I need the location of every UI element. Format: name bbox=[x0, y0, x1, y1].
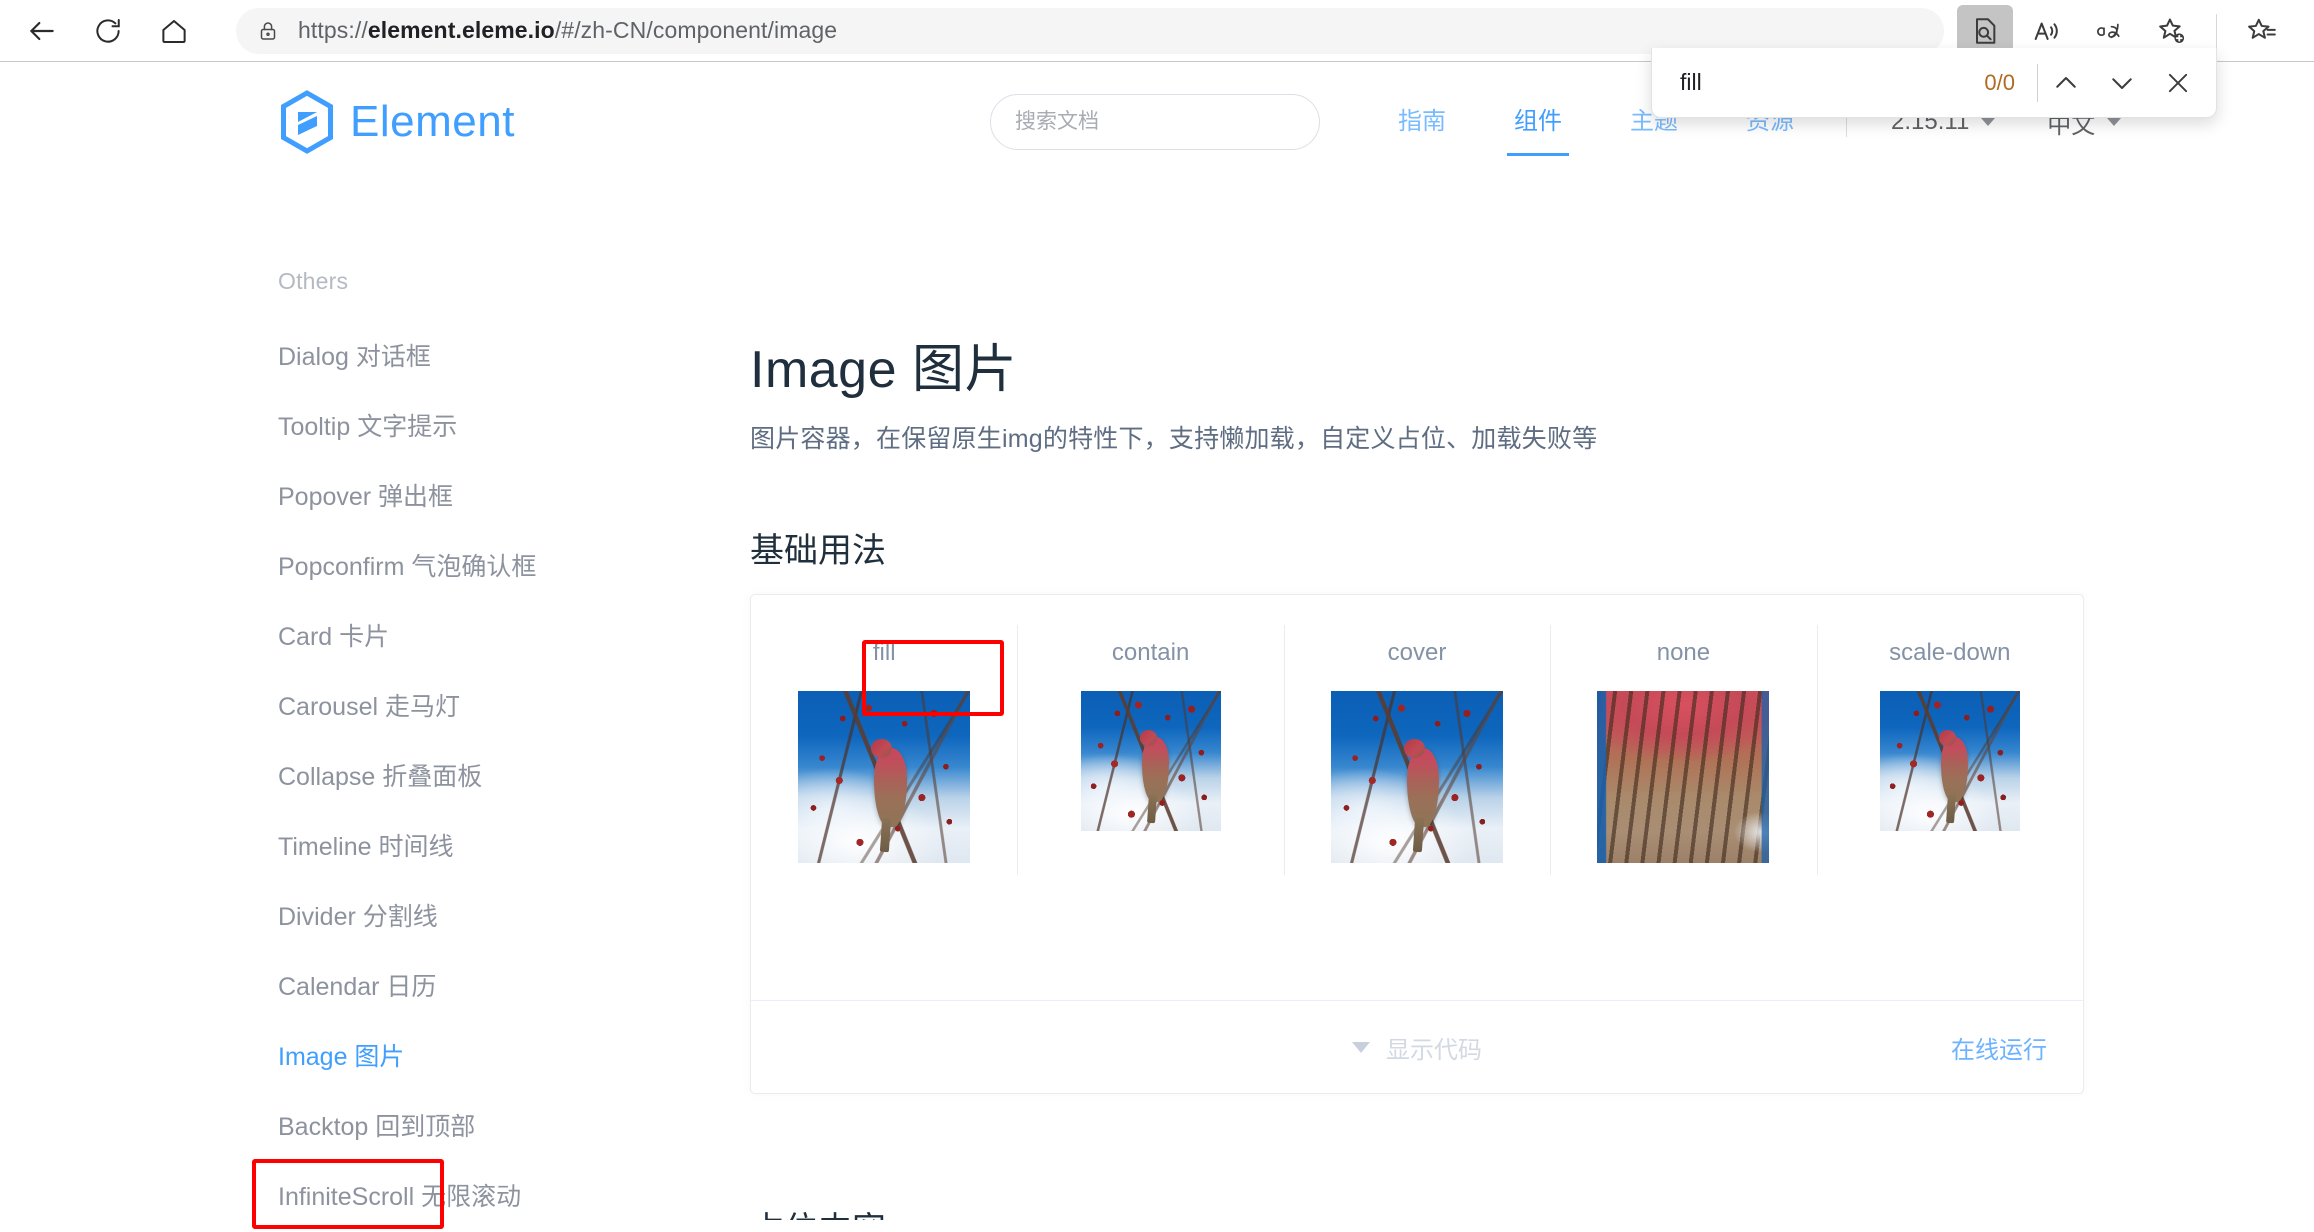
section-title-basic-usage: 基础用法 bbox=[750, 532, 886, 571]
demo-image-scale-down[interactable] bbox=[1879, 691, 2020, 831]
demo-card: fill contain cover none scale-down 显示代码 … bbox=[750, 594, 2084, 1094]
chevron-down-icon bbox=[2112, 77, 2132, 89]
back-button[interactable] bbox=[16, 5, 68, 57]
show-code-button[interactable]: 显示代码 bbox=[1352, 1030, 1482, 1065]
main-content: Image 图片 图片容器，在保留原生img的特性下，支持懒加载，自定义占位、加… bbox=[560, 182, 2314, 1220]
element-hexagon-logo-icon bbox=[281, 90, 333, 154]
demo-column-contain: contain bbox=[1017, 595, 1283, 1000]
demo-footer: 显示代码 在线运行 bbox=[751, 1000, 2083, 1093]
home-button[interactable] bbox=[148, 5, 200, 57]
bird-head-shape bbox=[1939, 730, 1957, 746]
site-logo-text: Element bbox=[350, 97, 515, 146]
sidebar-item-backtop[interactable]: Backtop 回到顶部 bbox=[278, 1092, 558, 1162]
sidebar-item-tooltip[interactable]: Tooltip 文字提示 bbox=[278, 392, 558, 462]
bird-body-shape bbox=[1142, 737, 1169, 802]
sidebar-list: Dialog 对话框 Tooltip 文字提示 Popover 弹出框 Popc… bbox=[278, 322, 558, 1232]
site-logo[interactable]: Element bbox=[278, 90, 515, 154]
sidebar-item-calendar[interactable]: Calendar 日历 bbox=[278, 952, 558, 1022]
demo-image-fill[interactable] bbox=[798, 691, 971, 863]
page-title: Image 图片 bbox=[750, 340, 1017, 399]
toolbar-divider bbox=[2216, 13, 2217, 48]
sidebar-item-infinitescroll[interactable]: InfiniteScroll 无限滚动 bbox=[278, 1162, 558, 1232]
sidebar-item-divider[interactable]: Divider 分割线 bbox=[278, 882, 558, 952]
find-input[interactable] bbox=[1652, 68, 1985, 97]
demo-image-none[interactable] bbox=[1597, 691, 1770, 863]
triangle-down-icon bbox=[1352, 1041, 1370, 1053]
bird-photo bbox=[1879, 691, 2020, 831]
collections-icon[interactable] bbox=[2234, 5, 2290, 57]
sidebar-item-collapse[interactable]: Collapse 折叠面板 bbox=[278, 742, 558, 812]
sidebar-item-carousel[interactable]: Carousel 走马灯 bbox=[278, 672, 558, 742]
sidebar-item-timeline[interactable]: Timeline 时间线 bbox=[278, 812, 558, 882]
chevron-down-icon bbox=[1981, 118, 1996, 126]
demo-label-fill: fill bbox=[872, 639, 896, 666]
find-previous-button[interactable] bbox=[2038, 55, 2094, 111]
nav-item-components[interactable]: 组件 bbox=[1514, 62, 1562, 182]
bird-body-shape bbox=[1941, 737, 1969, 802]
bird-photo bbox=[1080, 691, 1221, 831]
sidebar-item-popover[interactable]: Popover 弹出框 bbox=[278, 462, 558, 532]
find-next-button[interactable] bbox=[2094, 55, 2150, 111]
chevron-down-icon bbox=[2107, 118, 2122, 126]
show-code-label: 显示代码 bbox=[1386, 1036, 1482, 1064]
bird-head-shape bbox=[1140, 730, 1157, 746]
bird-head-shape bbox=[1404, 739, 1425, 759]
address-bar[interactable]: https://element.eleme.io/#/zh-CN/compone… bbox=[236, 7, 1944, 54]
section-title-next: 占位内容 bbox=[750, 1202, 886, 1220]
chevron-up-icon bbox=[2056, 76, 2076, 88]
search-input[interactable] bbox=[990, 94, 1320, 150]
nav-item-guide[interactable]: 指南 bbox=[1398, 62, 1446, 182]
demo-column-none: none bbox=[1550, 595, 1816, 1000]
online-run-link[interactable]: 在线运行 bbox=[1951, 1030, 2047, 1065]
sidebar-item-dialog[interactable]: Dialog 对话框 bbox=[278, 322, 558, 392]
reload-button[interactable] bbox=[82, 5, 134, 57]
bird-head-shape bbox=[871, 739, 892, 759]
sidebar-group-title: Others bbox=[278, 268, 349, 294]
demo-label-scale-down: scale-down bbox=[1889, 639, 2011, 666]
demo-column-scale-down: scale-down bbox=[1816, 595, 2083, 1000]
demo-image-cover[interactable] bbox=[1331, 691, 1504, 863]
find-bar: 0/0 bbox=[1651, 48, 2217, 118]
bird-tail-shape bbox=[1146, 794, 1157, 823]
demo-column-cover: cover bbox=[1283, 595, 1550, 1000]
lock-icon bbox=[256, 19, 280, 43]
home-icon bbox=[162, 19, 186, 43]
sidebar-item-card[interactable]: Card 卡片 bbox=[278, 602, 558, 672]
arrow-left-icon bbox=[30, 21, 54, 40]
find-match-count: 0/0 bbox=[1984, 69, 2015, 95]
demo-label-cover: cover bbox=[1387, 639, 1447, 666]
sidebar-item-image[interactable]: Image 图片 bbox=[278, 1022, 558, 1092]
demo-label-contain: contain bbox=[1111, 639, 1190, 666]
bird-body-shape bbox=[1406, 747, 1440, 827]
demo-label-none: none bbox=[1656, 639, 1711, 666]
bird-tail-shape bbox=[1946, 794, 1956, 823]
page-description: 图片容器，在保留原生img的特性下，支持懒加载，自定义占位、加载失败等 bbox=[750, 425, 1598, 453]
demo-column-fill: fill bbox=[751, 595, 1017, 1000]
close-icon bbox=[2168, 73, 2188, 92]
bird-tail-shape bbox=[1412, 817, 1425, 853]
sidebar: Others Dialog 对话框 Tooltip 文字提示 Popover 弹… bbox=[0, 182, 560, 1229]
find-close-button[interactable] bbox=[2150, 55, 2206, 111]
bird-body-shape bbox=[873, 747, 907, 827]
bird-tail-shape bbox=[879, 817, 892, 853]
sidebar-item-popconfirm[interactable]: Popconfirm 气泡确认框 bbox=[278, 532, 558, 602]
bird-photo-zoomed bbox=[1597, 691, 1770, 863]
url-text: https://element.eleme.io/#/zh-CN/compone… bbox=[298, 17, 838, 43]
bird-photo bbox=[1331, 691, 1504, 863]
bird-photo bbox=[798, 691, 971, 863]
reload-icon bbox=[96, 18, 120, 43]
demo-body: fill contain cover none scale-down bbox=[751, 595, 2083, 1000]
demo-image-contain[interactable] bbox=[1080, 691, 1221, 831]
